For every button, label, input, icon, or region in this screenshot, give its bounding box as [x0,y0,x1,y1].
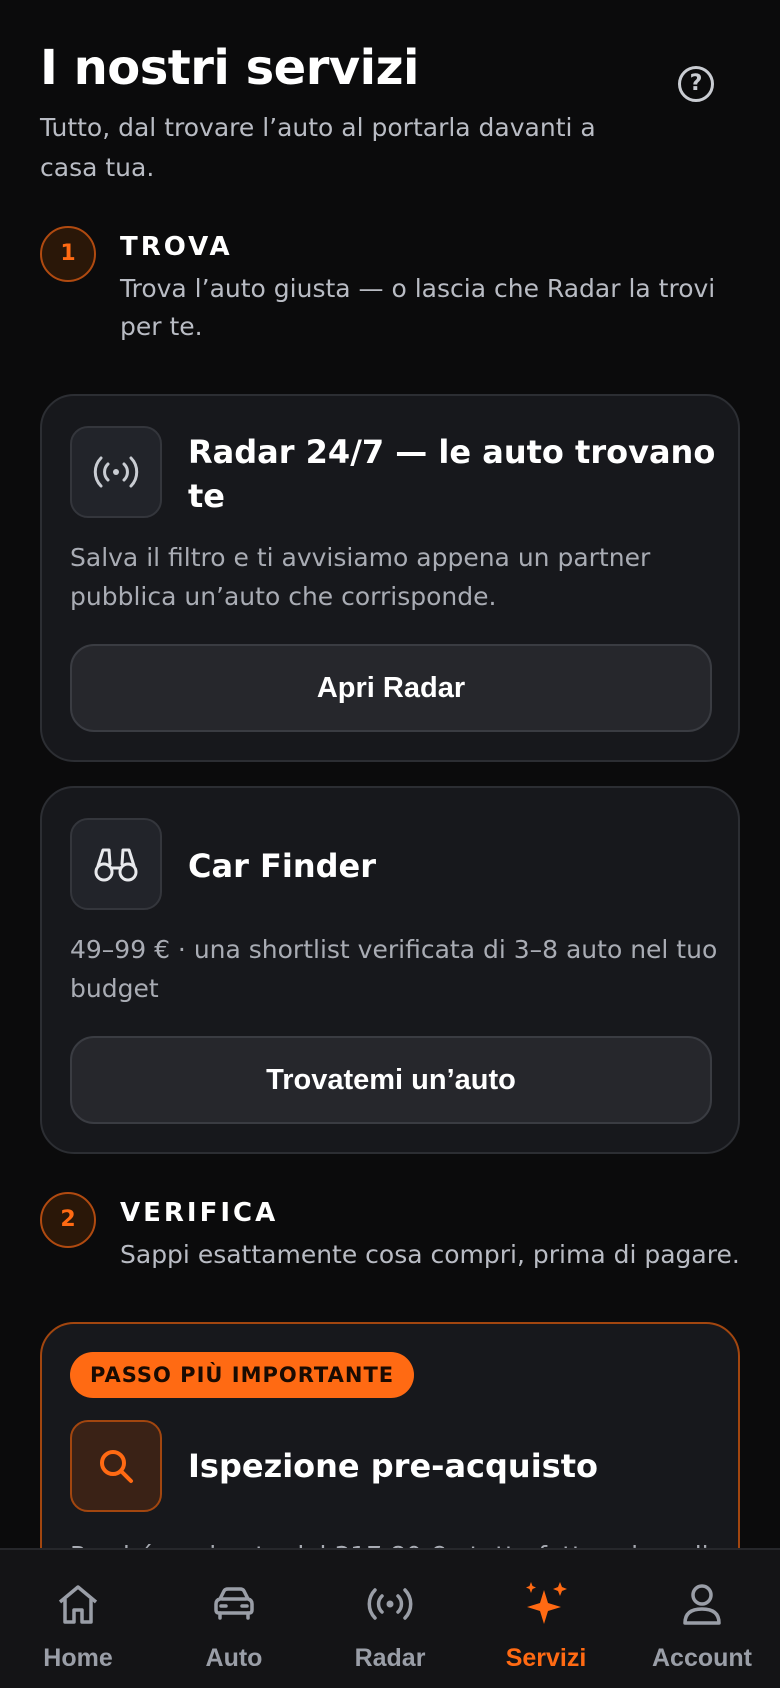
car-icon [214,1587,254,1620]
find-car-button[interactable]: Trovatemi un’auto [70,1036,712,1124]
nav-item-servizi[interactable]: Servizi [468,1550,624,1688]
open-radar-button[interactable]: Apri Radar [70,644,712,732]
step-title: VERIFICA [120,1198,279,1228]
page-title: I nostri servizi [40,40,420,96]
nav-item-auto[interactable]: Auto [156,1550,312,1688]
service-card-inspection: PASSO PIÙ IMPORTANTE Ispezione pre-acqui… [40,1322,740,1548]
step-number-badge: 1 [40,226,96,282]
binoculars-icon [70,818,162,910]
radar-signal-icon [70,426,162,518]
nav-label: Auto [205,1644,263,1672]
service-card-car-finder: Car Finder 49–99 € · una shortlist verif… [40,786,740,1154]
card-description: Salva il filtro e ti avvisiamo appena un… [70,543,651,611]
card-title: Radar 24/7 — le auto trovano te [188,433,716,515]
nav-item-account[interactable]: Account [624,1550,780,1688]
services-page: I nostri servizi Tutto, dal trovare l’au… [0,0,780,1548]
sparkles-icon [526,1582,567,1624]
nav-item-radar[interactable]: Radar [312,1550,468,1688]
radar-icon [367,1588,413,1620]
bottom-navigation: Home Auto Radar Servizi Account [0,1548,780,1688]
card-description: 49–99 € · una shortlist verificata di 3–… [70,935,718,1003]
important-step-badge: PASSO PIÙ IMPORTANTE [70,1352,415,1398]
help-icon[interactable]: ? [678,66,714,102]
service-card-radar: Radar 24/7 — le auto trovano te Salva il… [40,394,740,762]
nav-label: Account [652,1644,752,1672]
card-title: Ispezione pre-acquisto [188,1447,598,1485]
page-subtitle: Tutto, dal trovare l’auto al portarla da… [40,113,596,182]
user-icon [683,1584,721,1625]
step-number-badge: 2 [40,1192,96,1248]
step-description: Sappi esattamente cosa compri, prima di … [120,1240,740,1269]
step-title: TROVA [120,232,233,262]
nav-label: Servizi [505,1644,587,1672]
step-description: Trova l’auto giusta — o lascia che Radar… [120,274,716,341]
nav-label: Radar [354,1644,426,1672]
card-title: Car Finder [188,847,376,885]
card-description: Perché ogni auto dal 317,80 € · tutto fa… [70,1536,720,1548]
home-icon [58,1585,98,1624]
search-icon [70,1420,162,1512]
nav-label: Home [43,1644,113,1672]
nav-item-home[interactable]: Home [0,1550,156,1688]
